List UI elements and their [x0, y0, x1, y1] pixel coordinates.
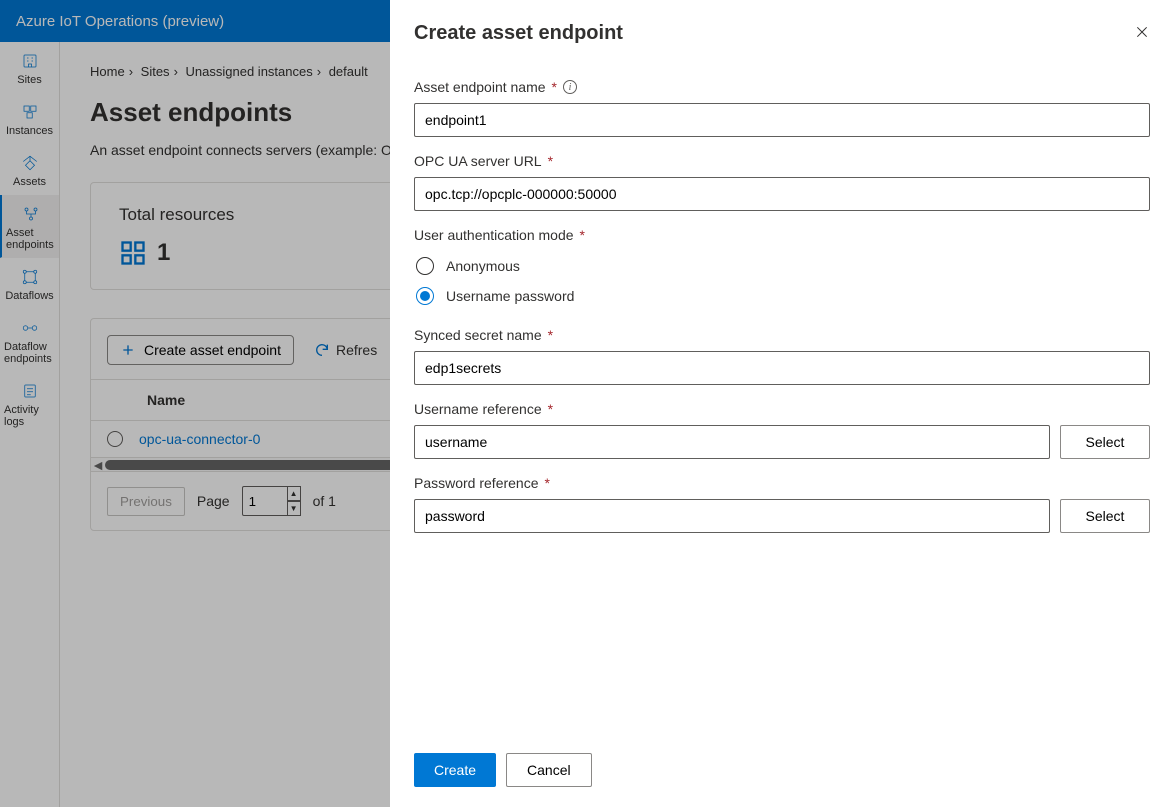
- required-indicator: *: [552, 79, 557, 95]
- radio-label: Anonymous: [446, 258, 520, 274]
- flyout-header: Create asset endpoint: [390, 0, 1174, 55]
- create-endpoint-flyout: Create asset endpoint Asset endpoint nam…: [390, 0, 1174, 807]
- flyout-footer: Create Cancel: [390, 737, 1174, 807]
- username-select-button[interactable]: Select: [1060, 425, 1150, 459]
- auth-userpw-radio[interactable]: Username password: [414, 281, 1150, 311]
- close-icon: [1134, 24, 1150, 40]
- field-password-ref: Password reference * Select: [414, 475, 1150, 533]
- field-label-text: OPC UA server URL: [414, 153, 542, 169]
- required-indicator: *: [580, 227, 585, 243]
- field-label-text: User authentication mode: [414, 227, 574, 243]
- radio-label: Username password: [446, 288, 574, 304]
- endpoint-name-input[interactable]: [414, 103, 1150, 137]
- required-indicator: *: [548, 153, 553, 169]
- field-auth-mode: User authentication mode * Anonymous Use…: [414, 227, 1150, 311]
- password-select-button[interactable]: Select: [1060, 499, 1150, 533]
- flyout-title: Create asset endpoint: [414, 22, 623, 45]
- field-username-ref: Username reference * Select: [414, 401, 1150, 459]
- field-server-url: OPC UA server URL *: [414, 153, 1150, 211]
- auth-anonymous-radio[interactable]: Anonymous: [414, 251, 1150, 281]
- field-secret-name: Synced secret name *: [414, 327, 1150, 385]
- radio-icon-selected: [416, 287, 434, 305]
- secret-name-input[interactable]: [414, 351, 1150, 385]
- field-label-text: Password reference: [414, 475, 539, 491]
- required-indicator: *: [545, 475, 550, 491]
- info-icon[interactable]: i: [563, 80, 577, 94]
- close-button[interactable]: [1134, 24, 1150, 43]
- field-label-text: Username reference: [414, 401, 542, 417]
- cancel-button[interactable]: Cancel: [506, 753, 592, 787]
- field-endpoint-name: Asset endpoint name * i: [414, 79, 1150, 137]
- field-label-text: Synced secret name: [414, 327, 542, 343]
- password-ref-input[interactable]: [414, 499, 1050, 533]
- field-label-text: Asset endpoint name: [414, 79, 546, 95]
- required-indicator: *: [548, 401, 553, 417]
- server-url-input[interactable]: [414, 177, 1150, 211]
- flyout-body: Asset endpoint name * i OPC UA server UR…: [390, 55, 1174, 737]
- username-ref-input[interactable]: [414, 425, 1050, 459]
- required-indicator: *: [548, 327, 553, 343]
- radio-icon: [416, 257, 434, 275]
- create-button[interactable]: Create: [414, 753, 496, 787]
